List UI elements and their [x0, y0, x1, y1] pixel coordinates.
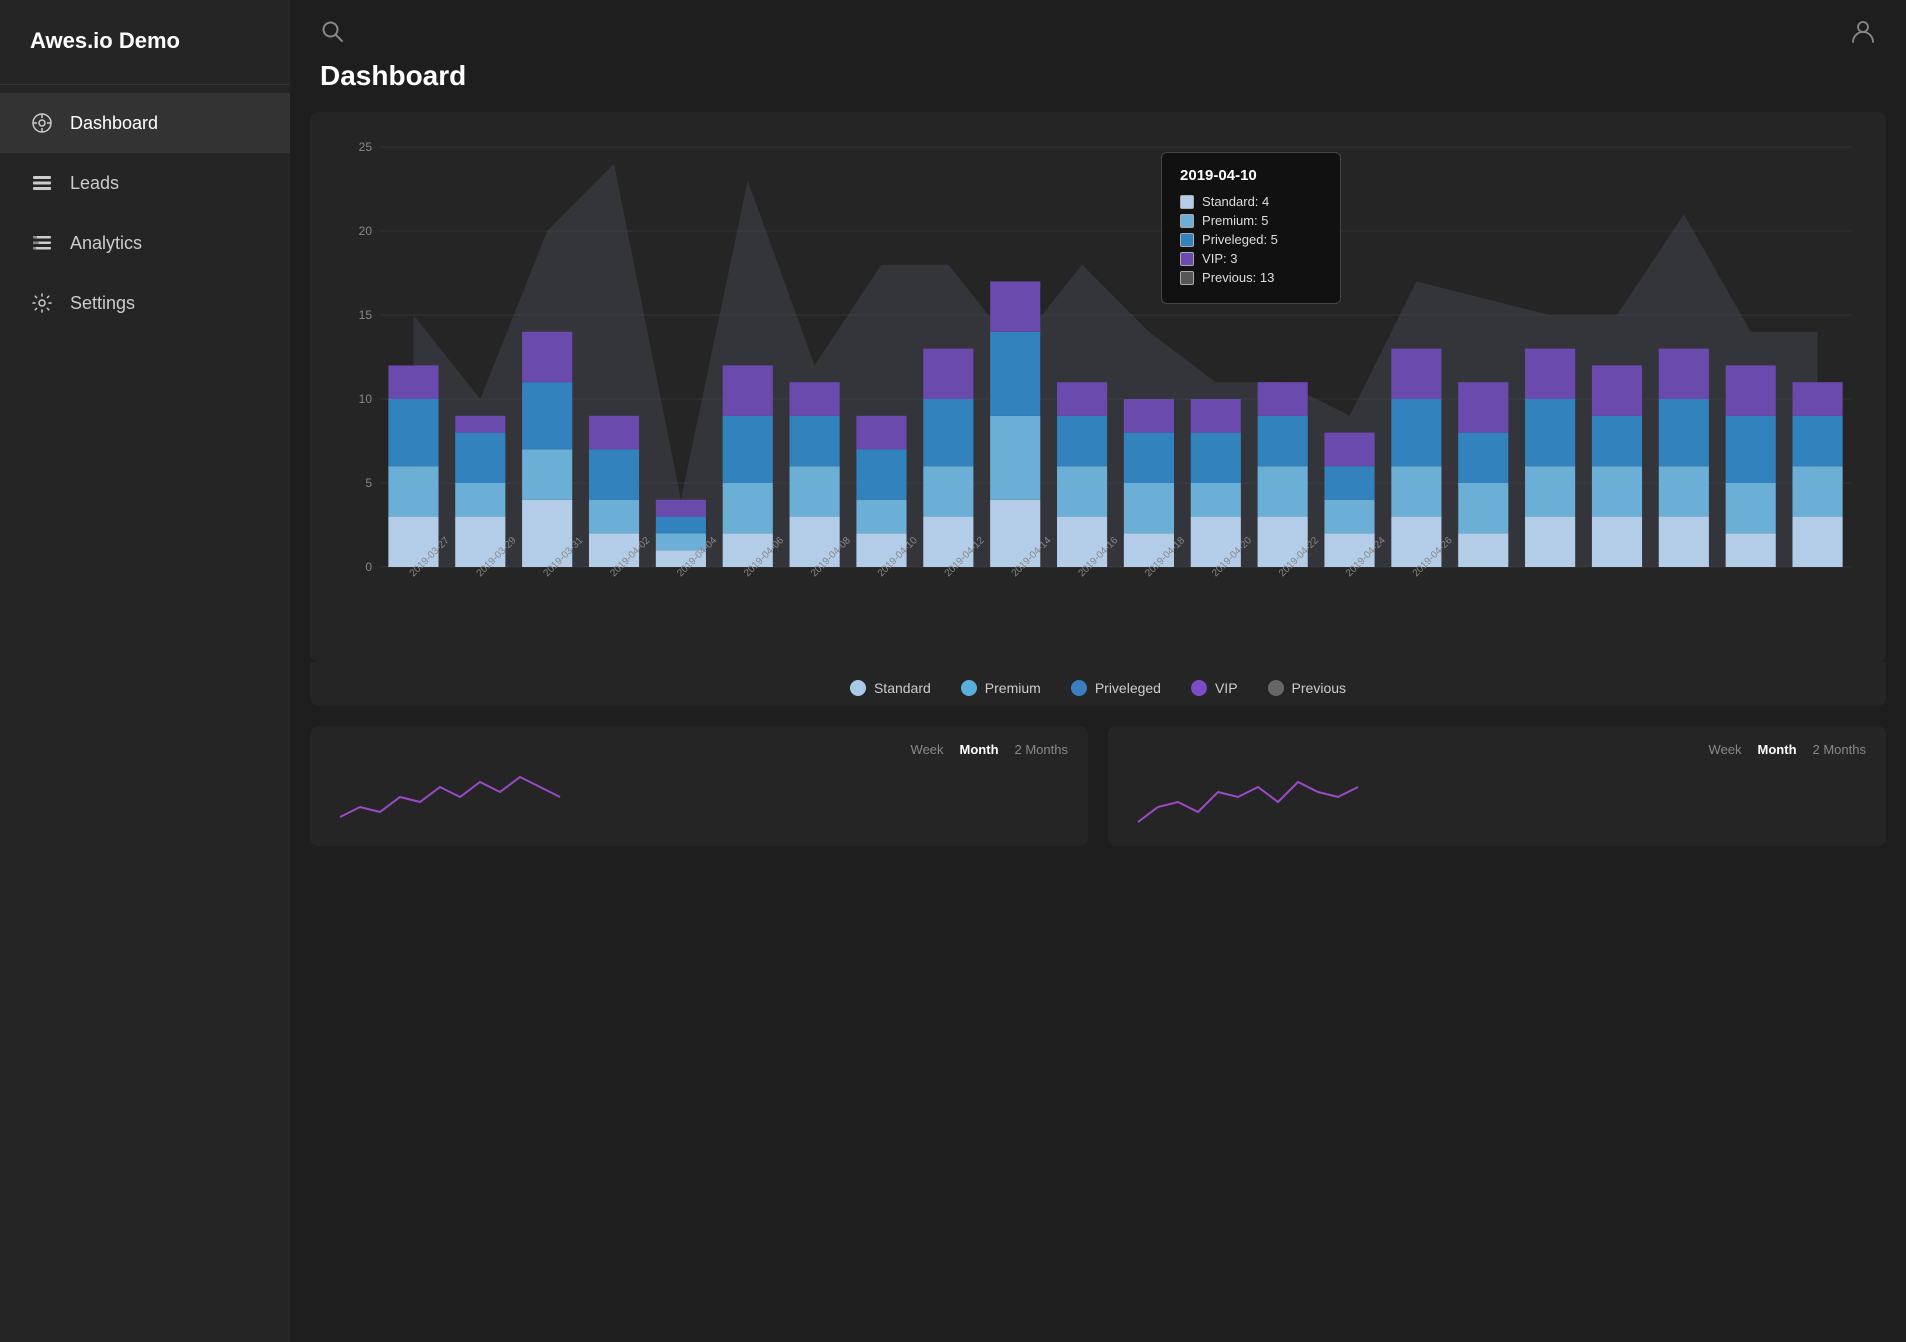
legend-vip-dot: [1191, 680, 1207, 696]
search-icon[interactable]: [320, 19, 344, 49]
page-title: Dashboard: [290, 60, 1906, 112]
legend-standard-dot: [850, 680, 866, 696]
app-title: Awes.io Demo: [30, 28, 180, 53]
search-area[interactable]: [320, 19, 344, 49]
svg-text:20: 20: [359, 224, 373, 238]
legend-vip: VIP: [1191, 680, 1238, 696]
legend-standard: Standard: [850, 680, 931, 696]
legend-vip-label: VIP: [1215, 680, 1238, 696]
bottom-cards: Week Month 2 Months Week Month 2 Months: [310, 726, 1886, 846]
main-chart-container: 05101520252019-03-272019-03-292019-03-31…: [310, 112, 1886, 662]
legend-priveleged: Priveleged: [1071, 680, 1161, 696]
legend-previous-label: Previous: [1292, 680, 1346, 696]
bottom-card-2: Week Month 2 Months: [1108, 726, 1886, 846]
sidebar-nav: Dashboard Leads: [0, 85, 290, 333]
legend-premium-label: Premium: [985, 680, 1041, 696]
svg-text:15: 15: [359, 308, 373, 322]
legend-priveleged-label: Priveleged: [1095, 680, 1161, 696]
legend-previous-dot: [1268, 680, 1284, 696]
svg-text:0: 0: [365, 560, 372, 574]
svg-text:25: 25: [359, 140, 373, 154]
card-1-tab-week[interactable]: Week: [911, 742, 944, 757]
card-1-tab-month[interactable]: Month: [960, 742, 999, 757]
dashboard-icon: [30, 111, 54, 135]
chart-legend: Standard Premium Priveleged VIP Previous: [310, 662, 1886, 706]
leads-icon: [30, 171, 54, 195]
card-2-chart: [1128, 767, 1866, 827]
svg-text:5: 5: [365, 476, 372, 490]
card-1-tab-2months[interactable]: 2 Months: [1015, 742, 1068, 757]
sidebar-item-analytics[interactable]: Analytics: [0, 213, 290, 273]
app-logo: Awes.io Demo: [0, 0, 290, 85]
main-content: Dashboard 05101520252019-03-272019-03-29…: [290, 0, 1906, 1342]
legend-premium-dot: [961, 680, 977, 696]
sidebar: Awes.io Demo Dashboard: [0, 0, 290, 1342]
sidebar-item-leads[interactable]: Leads: [0, 153, 290, 213]
analytics-icon: [30, 231, 54, 255]
card-2-tab-month[interactable]: Month: [1758, 742, 1797, 757]
card-1-tabs: Week Month 2 Months: [330, 742, 1068, 757]
svg-text:10: 10: [359, 392, 373, 406]
chart-svg: 05101520252019-03-272019-03-292019-03-31…: [330, 132, 1866, 652]
bottom-card-1: Week Month 2 Months: [310, 726, 1088, 846]
settings-icon: [30, 291, 54, 315]
sidebar-item-analytics-label: Analytics: [70, 233, 142, 254]
legend-priveleged-dot: [1071, 680, 1087, 696]
sidebar-item-settings[interactable]: Settings: [0, 273, 290, 333]
card-1-chart: [330, 767, 1068, 827]
card-2-tab-2months[interactable]: 2 Months: [1813, 742, 1866, 757]
sidebar-item-dashboard-label: Dashboard: [70, 113, 158, 134]
card-1-svg: [330, 767, 1068, 827]
user-avatar-icon[interactable]: [1850, 18, 1876, 50]
card-2-tabs: Week Month 2 Months: [1128, 742, 1866, 757]
legend-premium: Premium: [961, 680, 1041, 696]
sidebar-item-leads-label: Leads: [70, 173, 119, 194]
card-2-tab-week[interactable]: Week: [1709, 742, 1742, 757]
sidebar-item-dashboard[interactable]: Dashboard: [0, 93, 290, 153]
sidebar-item-settings-label: Settings: [70, 293, 135, 314]
legend-previous: Previous: [1268, 680, 1346, 696]
card-2-svg: [1128, 767, 1866, 827]
chart-area: 05101520252019-03-272019-03-292019-03-31…: [330, 132, 1866, 652]
legend-standard-label: Standard: [874, 680, 931, 696]
header: [290, 0, 1906, 60]
